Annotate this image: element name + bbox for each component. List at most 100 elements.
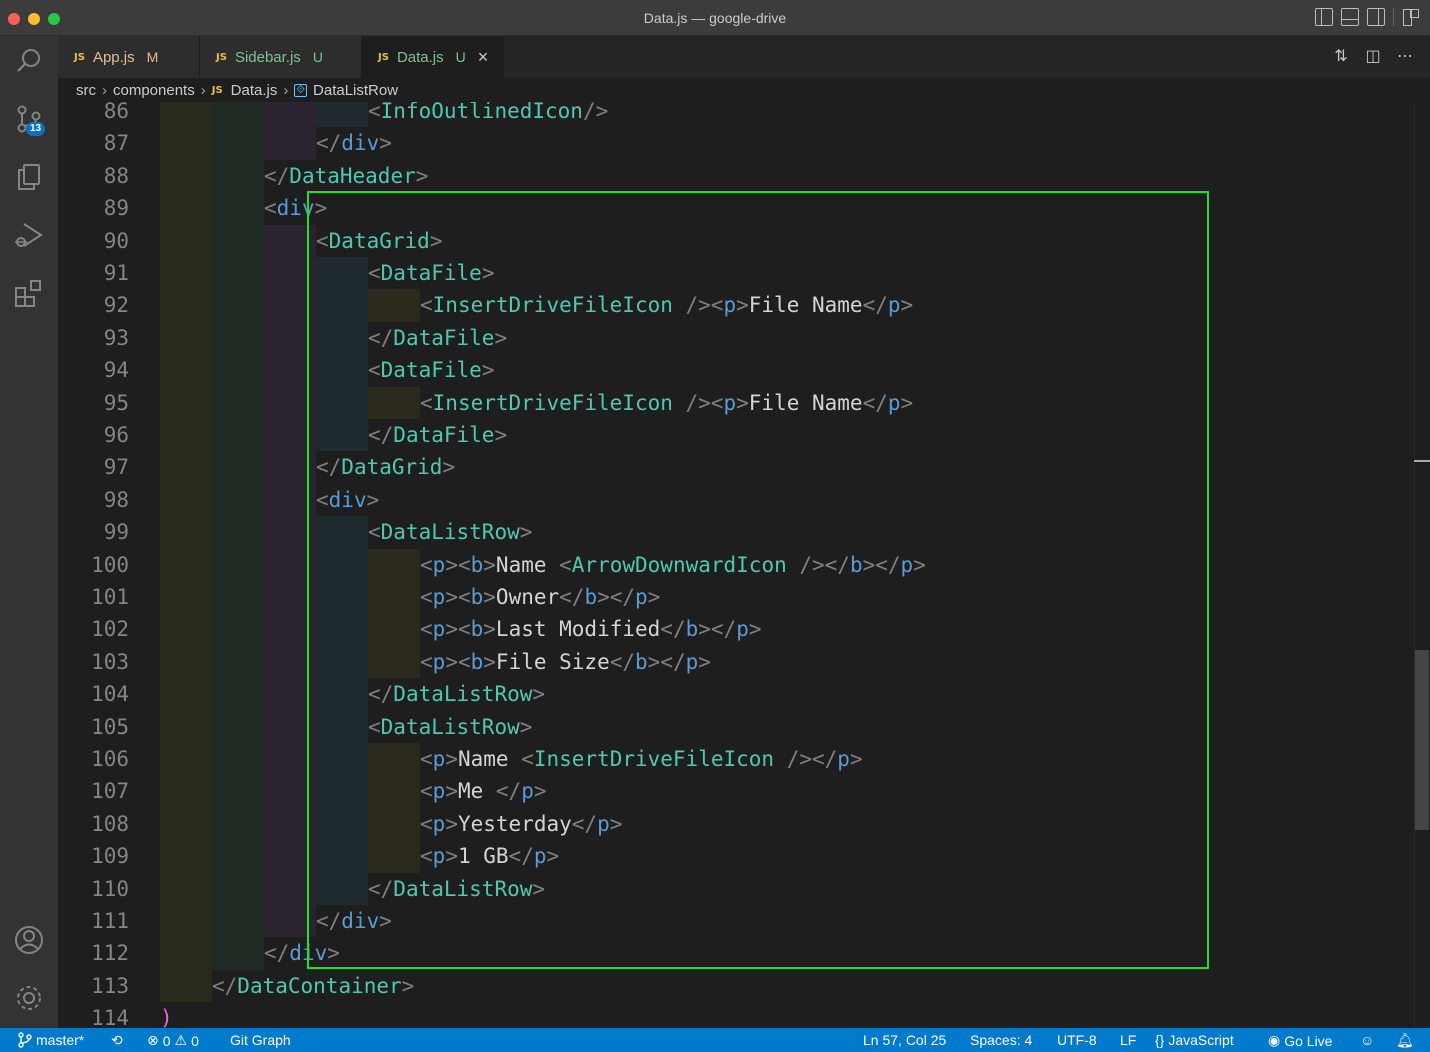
search-icon[interactable]	[12, 44, 46, 78]
code-token: >	[647, 585, 661, 609]
problems-indicator[interactable]: ⊗ 0 ⚠ 0	[147, 1032, 199, 1049]
git-graph-button[interactable]: Git Graph	[230, 1032, 291, 1048]
branch-indicator[interactable]: master*	[18, 1032, 84, 1048]
indent-guide	[212, 937, 264, 970]
code-line[interactable]: 114)	[58, 1002, 1414, 1028]
language-mode[interactable]: {} JavaScript	[1155, 1032, 1234, 1048]
indent-guide	[212, 775, 264, 808]
settings-gear-icon[interactable]	[12, 981, 46, 1015]
toggle-panel-icon[interactable]	[1341, 8, 1359, 26]
broadcast-icon: ◉	[1268, 1032, 1281, 1048]
code-token: </	[862, 390, 888, 415]
line-number: 92	[103, 293, 129, 318]
sync-icon[interactable]: ⟲	[111, 1032, 123, 1049]
end-of-line[interactable]: LF	[1120, 1032, 1136, 1048]
tab-app-js[interactable]: JS App.js M	[58, 36, 200, 78]
code-line[interactable]: 104 </DataListRow>	[58, 678, 1414, 711]
indent-guide	[212, 102, 264, 128]
code-line[interactable]: 102 <p><b>Last Modified</b></p>	[58, 613, 1414, 646]
file-encoding[interactable]: UTF-8	[1057, 1032, 1097, 1048]
indent-guide	[316, 257, 368, 290]
code-token: div	[289, 941, 328, 966]
breadcrumb-folder-components[interactable]: components	[113, 82, 195, 99]
window-title: Data.js — google-drive	[643, 10, 787, 26]
go-live-button[interactable]: ◉ Go Live	[1268, 1032, 1332, 1049]
code-token: p	[533, 844, 547, 869]
code-line[interactable]: 94 <DataFile>	[58, 354, 1414, 387]
code-token: DataFile	[393, 423, 495, 447]
code-line[interactable]: 105 <DataListRow>	[58, 710, 1414, 743]
code-token: InfoOutlinedIcon	[380, 102, 583, 123]
vertical-scrollbar[interactable]	[1414, 102, 1430, 1028]
more-actions-icon[interactable]: ⋯	[1396, 46, 1414, 66]
indent-guide	[368, 581, 420, 614]
indent-guide	[264, 483, 316, 517]
code-line[interactable]: 97 </DataGrid>	[58, 451, 1414, 484]
code-line[interactable]: 103 <p><b>File Size</b></p>	[58, 645, 1414, 679]
split-editor-icon[interactable]: ◫	[1364, 46, 1382, 66]
compare-changes-icon[interactable]: ⇅	[1332, 46, 1350, 66]
code-token: b	[470, 585, 484, 609]
run-debug-icon[interactable]	[12, 218, 46, 252]
indent-guide	[160, 257, 212, 290]
code-line[interactable]: 90 <DataGrid>	[58, 224, 1414, 257]
code-line[interactable]: 108 <p>Yesterday</p>	[58, 807, 1414, 841]
code-token: p	[432, 811, 446, 836]
code-token: >	[533, 779, 547, 804]
code-token: p	[432, 649, 446, 674]
code-text: <InsertDriveFileIcon /><p>File Name</p>	[420, 289, 913, 321]
code-line[interactable]: 89 <div>	[58, 192, 1414, 225]
tab-data-js[interactable]: JS Data.js U ×	[362, 36, 504, 78]
editor-actions: ⇅ ◫ ⋯	[1332, 46, 1414, 66]
code-line[interactable]: 87 </div>	[58, 127, 1414, 160]
toggle-primary-sidebar-icon[interactable]	[1315, 8, 1333, 26]
code-line[interactable]: 109 <p>1 GB</p>	[58, 840, 1414, 873]
code-line[interactable]: 92 <InsertDriveFileIcon /><p>File Name</p…	[58, 289, 1414, 322]
code-line[interactable]: 99 <DataListRow>	[58, 516, 1414, 549]
indent-guide	[316, 645, 368, 679]
toggle-secondary-sidebar-icon[interactable]	[1367, 8, 1385, 26]
accounts-icon[interactable]	[12, 923, 46, 957]
code-line[interactable]: 107 <p>Me </p>	[58, 775, 1414, 808]
code-line[interactable]: 113 </DataContainer>	[58, 969, 1414, 1003]
breadcrumb-file[interactable]: Data.js	[231, 82, 278, 99]
code-token: b	[685, 617, 699, 642]
close-tab-icon[interactable]: ×	[478, 48, 489, 66]
line-number: 112	[91, 941, 129, 966]
code-token: div	[276, 196, 315, 221]
tab-sidebar-js[interactable]: JS Sidebar.js U	[200, 36, 362, 78]
extensions-icon[interactable]	[12, 276, 46, 310]
notifications-bell-icon[interactable]: 🔔︎	[1396, 1032, 1414, 1049]
code-line[interactable]: 95 <InsertDriveFileIcon /><p>File Name</p…	[58, 386, 1414, 419]
feedback-icon[interactable]: ☺	[1360, 1032, 1374, 1048]
code-line[interactable]: 93 </DataFile>	[58, 321, 1414, 355]
code-line[interactable]: 106 <p>Name <InsertDriveFileIcon /></p>	[58, 743, 1414, 776]
indent-guide	[212, 419, 264, 452]
code-line[interactable]: 111 </div>	[58, 905, 1414, 938]
indent-guide	[264, 257, 316, 290]
code-line[interactable]: 112 </div>	[58, 937, 1414, 970]
code-line[interactable]: 91 <DataFile>	[58, 257, 1414, 290]
code-line[interactable]: 100 <p><b>Name <ArrowDownwardIcon /></b><…	[58, 548, 1414, 581]
indent-guide	[160, 159, 212, 193]
code-line[interactable]: 96 </DataFile>	[58, 419, 1414, 452]
chevron-right-icon: ›	[283, 81, 289, 99]
breadcrumb-symbol[interactable]: DataListRow	[313, 82, 398, 99]
code-line[interactable]: 98 <div>	[58, 483, 1414, 517]
customize-layout-icon[interactable]	[1402, 8, 1420, 26]
code-text: </DataGrid>	[316, 451, 455, 483]
code-line[interactable]: 110 </DataListRow>	[58, 872, 1414, 905]
scrollbar-thumb[interactable]	[1415, 650, 1429, 830]
code-line[interactable]: 101 <p><b>Owner</b></p>	[58, 581, 1414, 614]
warning-count: 0	[191, 1032, 199, 1049]
explorer-icon[interactable]	[12, 160, 46, 194]
code-line[interactable]: 86 <InfoOutlinedIcon/>	[58, 102, 1414, 128]
code-editor[interactable]: 86 <InfoOutlinedIcon/> 87 </div> 88 </DataHea…	[58, 102, 1430, 1028]
code-text: <p>Yesterday</p>	[420, 808, 622, 840]
breadcrumb-folder-src[interactable]: src	[76, 82, 96, 99]
cursor-position[interactable]: Ln 57, Col 25	[863, 1032, 946, 1048]
line-number: 106	[91, 747, 129, 771]
code-token: ><	[445, 552, 471, 577]
indentation-setting[interactable]: Spaces: 4	[970, 1032, 1032, 1048]
code-line[interactable]: 88 </DataHeader>	[58, 159, 1414, 193]
